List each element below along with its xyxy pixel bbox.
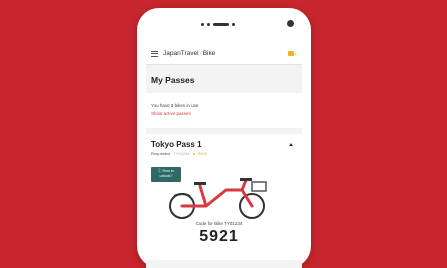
unlock-pin: 5921 (199, 228, 239, 245)
pass-title: Tokyo Pass 1 (151, 140, 202, 149)
bike-illustration (169, 178, 267, 219)
front-camera (287, 20, 294, 27)
pass-lock-icon: ● (192, 151, 196, 156)
info-icon: ⓘ (157, 169, 162, 173)
phone-speaker (201, 22, 236, 26)
pass-meta: Requested TY01234 ● 5921 (151, 151, 297, 156)
brand-separator: · (199, 50, 202, 57)
bikes-in-use-text: You have 1 bikes in use (151, 103, 199, 108)
flag-count: 1 (294, 51, 297, 56)
unlock-label-line1: How to (162, 169, 175, 173)
product-name: Bike (202, 50, 216, 57)
hamburger-menu-icon[interactable] (151, 50, 158, 57)
collapse-caret-icon[interactable] (289, 143, 293, 146)
pass-id: TY01234 (173, 151, 190, 156)
pass-card: Tokyo Pass 1 Requested TY01234 ● 5921 ⓘ … (146, 134, 302, 260)
brand-name: JapanTravel (163, 50, 199, 57)
pass-status: Requested (151, 151, 171, 156)
show-active-passes-link[interactable]: Show active passes (151, 111, 297, 116)
pass-header[interactable]: Tokyo Pass 1 (151, 140, 297, 149)
page-title: My Passes (146, 65, 302, 93)
bike-code-label: Code for Bike TY01234 (195, 221, 243, 226)
phone-top-bezel (137, 8, 311, 38)
app-screen: JapanTravel·Bike 1 My Passes You have 1 … (146, 43, 302, 268)
phone-frame: JapanTravel·Bike 1 My Passes You have 1 … (137, 8, 311, 268)
app-bar: JapanTravel·Bike 1 (146, 43, 302, 65)
app-title: JapanTravel·Bike (163, 50, 215, 57)
pass-code: 5921 (198, 151, 207, 156)
flag-icon[interactable] (287, 51, 294, 56)
bikes-summary-card: You have 1 bikes in use Show active pass… (146, 93, 302, 128)
